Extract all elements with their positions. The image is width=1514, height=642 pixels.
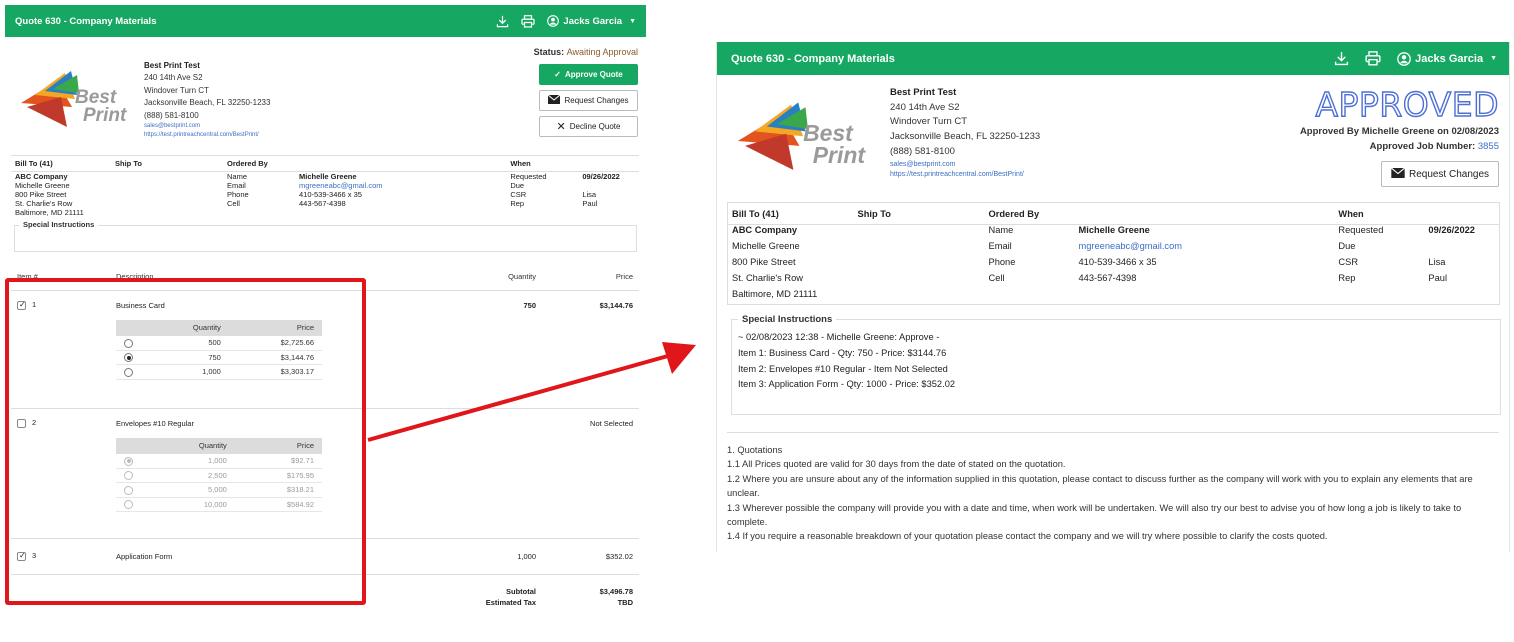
address-line: 240 14th Ave S2 <box>890 101 960 113</box>
svg-text:Print: Print <box>813 142 867 168</box>
orderer-email-link[interactable]: mgreeneabc@gmail.com <box>1079 241 1339 257</box>
user-name: Jacks Garcia <box>1415 52 1484 65</box>
status-area: Status: Awaiting Approval ✓ Approve Quot… <box>508 47 638 137</box>
terms-line: 1.1 All Prices quoted are valid for 30 d… <box>727 459 1066 470</box>
chevron-down-icon: ▼ <box>1490 55 1497 62</box>
orderer-name: Michelle Greene <box>1078 225 1150 235</box>
special-instructions-box: Special Instructions ~ 02/08/2023 12:38 … <box>731 312 1501 415</box>
user-avatar-icon <box>1397 51 1411 66</box>
address-line: Windover Turn CT <box>890 116 968 128</box>
subtotal-value: $3,496.78 <box>599 587 633 596</box>
company-address: Best Print Test 240 14th Ave S2 Windover… <box>890 86 1040 181</box>
instruction-line: Item 2: Envelopes #10 Regular - Item Not… <box>738 363 948 374</box>
download-icon[interactable] <box>496 15 509 28</box>
company-website-link[interactable]: https://test.printreachcentral.com/BestP… <box>890 171 1024 178</box>
when-header: When <box>1338 202 1500 225</box>
subtotal-label: Subtotal <box>506 587 536 596</box>
download-icon[interactable] <box>1334 51 1349 66</box>
company-email-link[interactable]: sales@bestprint.com <box>890 161 955 168</box>
when-header: When <box>510 155 639 172</box>
instruction-line: Item 1: Business Card - Qty: 750 - Price… <box>738 347 947 358</box>
svg-text:Print: Print <box>83 105 127 126</box>
info-table: Bill To (41) Ship To Ordered By When ABC… <box>11 155 639 217</box>
bill-company: ABC Company <box>732 225 798 235</box>
close-icon: ✕ <box>556 121 566 133</box>
company-name: Best Print Test <box>144 61 200 70</box>
request-changes-button[interactable]: Request Changes <box>539 90 638 111</box>
quote-heading: Best Print Best Print Test 240 14th Ave … <box>5 37 646 155</box>
terms-line: 1.3 Wherever possible the company will p… <box>727 502 1462 528</box>
quote-panel-after: Quote 630 - Company Materials Jacks Garc… <box>716 42 1510 552</box>
envelope-icon <box>548 94 561 106</box>
quote-title: Quote 630 - Company Materials <box>15 15 157 27</box>
user-menu[interactable]: Jacks Garcia ▼ <box>547 15 636 27</box>
ordered-by-header: Ordered By <box>988 202 1339 225</box>
tax-value: TBD <box>617 597 633 607</box>
item-price: $352.02 <box>605 551 633 561</box>
address-line: Windover Turn CT <box>144 85 209 95</box>
item-quantity: 1,000 <box>517 551 536 561</box>
status-badge: Status: Awaiting Approval <box>533 47 638 57</box>
quote-heading: Best Print Best Print Test 240 14th Ave … <box>717 75 1509 202</box>
address-city: Jacksonville Beach, FL 32250-1233 <box>144 98 271 108</box>
address-city: Jacksonville Beach, FL 32250-1233 <box>890 131 1041 143</box>
job-number-link[interactable]: 3855 <box>1478 141 1499 152</box>
item-quantity: 750 <box>523 300 536 310</box>
terms-section: 1. Quotations 1.1 All Prices quoted are … <box>727 432 1499 544</box>
orderer-name: Michelle Greene <box>299 172 357 181</box>
company-email-link[interactable]: sales@bestprint.com <box>144 123 200 129</box>
requested-date: 09/26/2022 <box>1428 225 1475 235</box>
bill-to-header: Bill To (41) <box>11 155 115 172</box>
company-name: Best Print Test <box>890 87 957 98</box>
company-logo: Best Print <box>733 97 878 175</box>
chevron-down-icon: ▼ <box>629 17 636 25</box>
job-number-label: Approved Job Number: <box>1369 141 1476 152</box>
envelope-icon <box>1390 167 1405 181</box>
tax-label: Estimated Tax <box>485 597 536 607</box>
ship-to-header: Ship To <box>857 202 989 225</box>
company-logo: Best Print <box>17 67 137 131</box>
user-avatar-icon <box>547 15 560 27</box>
company-phone: (888) 581-8100 <box>144 110 199 120</box>
bill-to-header: Bill To (41) <box>727 202 858 225</box>
user-menu[interactable]: Jacks Garcia ▼ <box>1397 51 1497 66</box>
terms-line: 1.4 If you require a reasonable breakdow… <box>727 531 1328 542</box>
special-instructions-box: Special Instructions <box>14 220 637 252</box>
approved-by-text: Approved By Michelle Greene on 02/08/202… <box>1299 126 1499 137</box>
requested-date: 09/26/2022 <box>582 172 620 181</box>
price-header: Price <box>536 264 639 291</box>
request-changes-button[interactable]: Request Changes <box>1381 161 1499 187</box>
special-instructions-legend: Special Instructions <box>19 220 99 229</box>
quantity-header: Quantity <box>446 264 536 291</box>
item-price: $3,144.76 <box>599 300 633 310</box>
quote-header-bar: Quote 630 - Company Materials Jacks Garc… <box>5 5 646 37</box>
approve-quote-button[interactable]: ✓ Approve Quote <box>539 64 638 85</box>
instruction-line: ~ 02/08/2023 12:38 - Michelle Greene: Ap… <box>738 332 940 342</box>
info-table: Bill To (41) Ship To Ordered By When ABC… <box>727 202 1500 305</box>
status-value: Awaiting Approval <box>566 47 638 57</box>
approved-stamp: APPROVED <box>1315 84 1499 124</box>
check-icon: ✓ <box>554 70 561 79</box>
quote-header-bar: Quote 630 - Company Materials Jacks Garc… <box>717 42 1509 75</box>
address-line: 240 14th Ave S2 <box>144 73 203 83</box>
quote-title: Quote 630 - Company Materials <box>731 52 895 65</box>
bill-company: ABC Company <box>15 172 68 181</box>
terms-line: 1.2 Where you are unsure about any of th… <box>727 473 1473 499</box>
company-website-link[interactable]: https://test.printreachcentral.com/BestP… <box>144 132 259 138</box>
ordered-by-header: Ordered By <box>227 155 511 172</box>
decline-quote-button[interactable]: ✕ Decline Quote <box>539 116 638 137</box>
company-phone: (888) 581-8100 <box>890 145 955 157</box>
instruction-line: Item 3: Application Form - Qty: 1000 - P… <box>738 379 956 390</box>
highlight-box <box>5 278 366 605</box>
arrow-icon <box>367 342 696 442</box>
approval-area: APPROVED Approved By Michelle Greene on … <box>1259 84 1499 187</box>
user-name: Jacks Garcia <box>563 15 623 27</box>
print-icon[interactable] <box>521 14 536 28</box>
company-address: Best Print Test 240 14th Ave S2 Windover… <box>144 60 270 141</box>
print-icon[interactable] <box>1365 51 1381 66</box>
terms-heading: 1. Quotations <box>727 445 783 455</box>
special-instructions-legend: Special Instructions <box>738 312 837 329</box>
orderer-email-link[interactable]: mgreeneabc@gmail.com <box>299 181 510 190</box>
ship-to-header: Ship To <box>115 155 227 172</box>
